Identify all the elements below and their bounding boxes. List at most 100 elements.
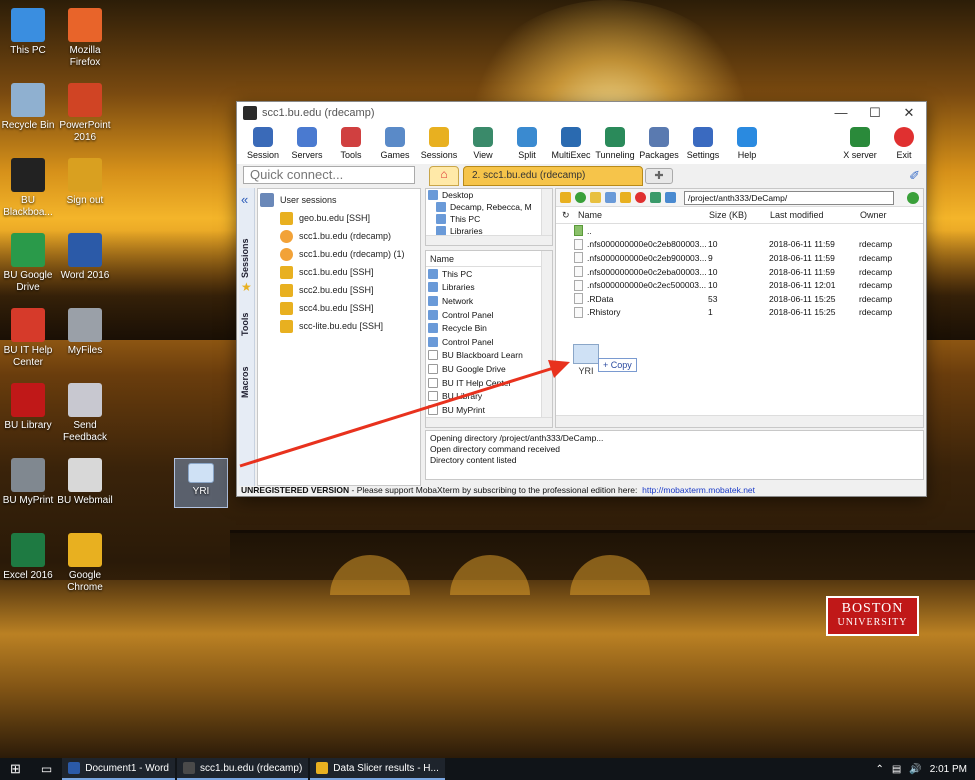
tree-item[interactable]: Desktop xyxy=(426,189,552,201)
session-tab[interactable]: 2. scc1.bu.edu (rdecamp) xyxy=(463,166,643,186)
tree-item[interactable]: Decamp, Rebecca, M xyxy=(426,201,552,213)
tree-bottom-hscrollbar[interactable] xyxy=(426,417,552,427)
new-folder-icon[interactable] xyxy=(590,192,601,203)
star-icon[interactable]: ★ xyxy=(241,280,252,294)
toolbar-help-button[interactable]: Help xyxy=(725,127,769,160)
desktop-file-yri[interactable]: YRI xyxy=(174,458,228,508)
tree-item[interactable]: BU Google Drive xyxy=(426,362,552,376)
minimize-button[interactable]: — xyxy=(824,105,858,121)
home-tab[interactable]: ⌂ xyxy=(429,166,459,186)
file-row[interactable]: .nfs000000000e0c2eba00003... 10 2018-06-11… xyxy=(556,265,923,279)
collapse-icon[interactable]: « xyxy=(241,192,248,207)
desktop-icon-this-pc[interactable]: This PC xyxy=(0,8,60,57)
quick-connect-input[interactable]: Quick connect... xyxy=(243,166,415,184)
chevron-up-icon[interactable]: ⌃ xyxy=(875,764,883,775)
rail-tab-sessions[interactable]: Sessions xyxy=(240,238,250,278)
desktop-icon-bu-myprint[interactable]: BU MyPrint xyxy=(0,458,60,507)
toolbar-settings-button[interactable]: Settings xyxy=(681,127,725,160)
tree-item[interactable]: BU Library xyxy=(426,389,552,403)
tree-top-hscrollbar[interactable] xyxy=(426,235,552,245)
network-icon[interactable]: ▤ xyxy=(892,764,901,775)
file-row[interactable]: .nfs000000000e0c2eb800003... 10 2018-06-11… xyxy=(556,238,923,252)
rail-tab-tools[interactable]: Tools xyxy=(240,313,250,336)
desktop-icon-recycle-bin[interactable]: Recycle Bin xyxy=(0,83,60,132)
taskbar-item[interactable]: Document1 - Word xyxy=(62,758,175,780)
remote-path-input[interactable]: /project/anth333/DeCamp/ xyxy=(684,190,894,205)
new-tab-button[interactable]: ✚ xyxy=(645,168,673,184)
tree-item[interactable]: BU MyPrint xyxy=(426,403,552,417)
tree-item[interactable]: This PC xyxy=(426,267,552,281)
desktop-icon-myfiles[interactable]: MyFiles xyxy=(53,308,117,357)
desktop-icon-google-chrome[interactable]: Google Chrome xyxy=(53,533,117,594)
mobatek-link[interactable]: http://mobaxterm.mobatek.net xyxy=(642,485,755,495)
toolbar-tools-button[interactable]: Tools xyxy=(329,127,373,160)
file-row[interactable]: .nfs000000000e0c2eb900003... 9 2018-06-11 … xyxy=(556,251,923,265)
desktop-icon-bu-google-drive[interactable]: BU Google Drive xyxy=(0,233,60,294)
refresh-icon[interactable]: ↻ xyxy=(556,210,578,221)
taskbar-item[interactable]: scc1.bu.edu (rdecamp) xyxy=(177,758,309,780)
taskbar-item[interactable]: Data Slicer results - H... xyxy=(310,758,445,780)
column-name[interactable]: Name xyxy=(578,210,709,220)
session-item[interactable]: scc1.bu.edu (rdecamp) xyxy=(258,227,420,245)
toolbar-exit-button[interactable]: Exit xyxy=(882,127,926,160)
file-row[interactable]: .RData 53 2018-06-11 15:25 rdecamp xyxy=(556,292,923,306)
file-row[interactable]: .nfs000000000e0c2ec500003... 10 2018-06-11… xyxy=(556,278,923,292)
toolbar-view-button[interactable]: View xyxy=(461,127,505,160)
upload-icon[interactable] xyxy=(650,192,661,203)
tree-item[interactable]: Network xyxy=(426,294,552,308)
toolbar-session-button[interactable]: Session xyxy=(241,127,285,160)
task-view-icon[interactable]: ▭ xyxy=(31,762,62,776)
parent-dir-row[interactable]: .. xyxy=(556,224,923,238)
tree-item[interactable]: Libraries xyxy=(426,281,552,295)
desktop-icon-word-2016[interactable]: Word 2016 xyxy=(53,233,117,282)
desktop-icon-bu-webmail[interactable]: BU Webmail xyxy=(53,458,117,507)
desktop-icon-powerpoint-2016[interactable]: PowerPoint 2016 xyxy=(53,83,117,144)
session-item[interactable]: scc2.bu.edu [SSH] xyxy=(258,281,420,299)
session-item[interactable]: scc-lite.bu.edu [SSH] xyxy=(258,317,420,335)
desktop-icon-bu-it-help-center[interactable]: BU IT Help Center xyxy=(0,308,60,369)
column-modified[interactable]: Last modified xyxy=(770,210,860,220)
tree-item[interactable]: Control Panel xyxy=(426,308,552,322)
tree-item[interactable]: BU IT Help Center xyxy=(426,376,552,390)
toolbar-games-button[interactable]: Games xyxy=(373,127,417,160)
session-item[interactable]: scc4.bu.edu [SSH] xyxy=(258,299,420,317)
toolbar-sessions-button[interactable]: Sessions xyxy=(417,127,461,160)
delete-icon[interactable] xyxy=(635,192,646,203)
tree-item[interactable]: Recycle Bin xyxy=(426,321,552,335)
desktop-icon-bu-library[interactable]: BU Library xyxy=(0,383,60,432)
desktop-icon-mozilla-firefox[interactable]: Mozilla Firefox xyxy=(53,8,117,69)
window-titlebar[interactable]: scc1.bu.edu (rdecamp) — ☐ ✕ xyxy=(237,102,926,124)
new-file-icon[interactable] xyxy=(605,192,616,203)
windows-start-icon[interactable]: ⊞ xyxy=(0,761,31,777)
volume-icon[interactable]: 🔊 xyxy=(909,764,921,775)
file-row[interactable]: .Rhistory 1 2018-06-11 15:25 rdecamp xyxy=(556,306,923,320)
download-icon[interactable] xyxy=(665,192,676,203)
close-button[interactable]: ✕ xyxy=(892,105,926,121)
session-item[interactable]: scc1.bu.edu [SSH] xyxy=(258,263,420,281)
toolbar-tunneling-button[interactable]: Tunneling xyxy=(593,127,637,160)
desktop-icon-sign-out[interactable]: Sign out xyxy=(53,158,117,207)
desktop-icon-send-feedback[interactable]: Send Feedback xyxy=(53,383,117,444)
tree-item[interactable]: This PC xyxy=(426,213,552,225)
tree-bottom-scrollbar[interactable] xyxy=(541,251,552,427)
toolbar-split-button[interactable]: Split xyxy=(505,127,549,160)
session-item[interactable]: geo.bu.edu [SSH] xyxy=(258,209,420,227)
desktop-icon-excel-2016[interactable]: Excel 2016 xyxy=(0,533,60,582)
tree-item[interactable]: Control Panel xyxy=(426,335,552,349)
desktop-icon-bu-blackboa-[interactable]: BU Blackboa... xyxy=(0,158,60,219)
clock[interactable]: 2:01 PM xyxy=(930,764,967,775)
tree-name-header[interactable]: Name xyxy=(426,251,552,267)
maximize-button[interactable]: ☐ xyxy=(858,105,892,121)
toolbar-multiexec-button[interactable]: MultiExec xyxy=(549,127,593,160)
refresh-icon[interactable] xyxy=(575,192,586,203)
user-sessions-header[interactable]: User sessions xyxy=(260,191,420,209)
toolbar-x-server-button[interactable]: X server xyxy=(838,127,882,160)
column-owner[interactable]: Owner xyxy=(860,210,920,220)
tree-item[interactable]: BU Blackboard Learn xyxy=(426,349,552,363)
rail-tab-macros[interactable]: Macros xyxy=(240,366,250,398)
column-size[interactable]: Size (KB) xyxy=(709,210,770,220)
open-folder-icon[interactable] xyxy=(620,192,631,203)
paperclip-icon[interactable]: ✐ xyxy=(909,168,920,184)
file-list-hscrollbar[interactable] xyxy=(556,415,923,427)
toolbar-packages-button[interactable]: Packages xyxy=(637,127,681,160)
